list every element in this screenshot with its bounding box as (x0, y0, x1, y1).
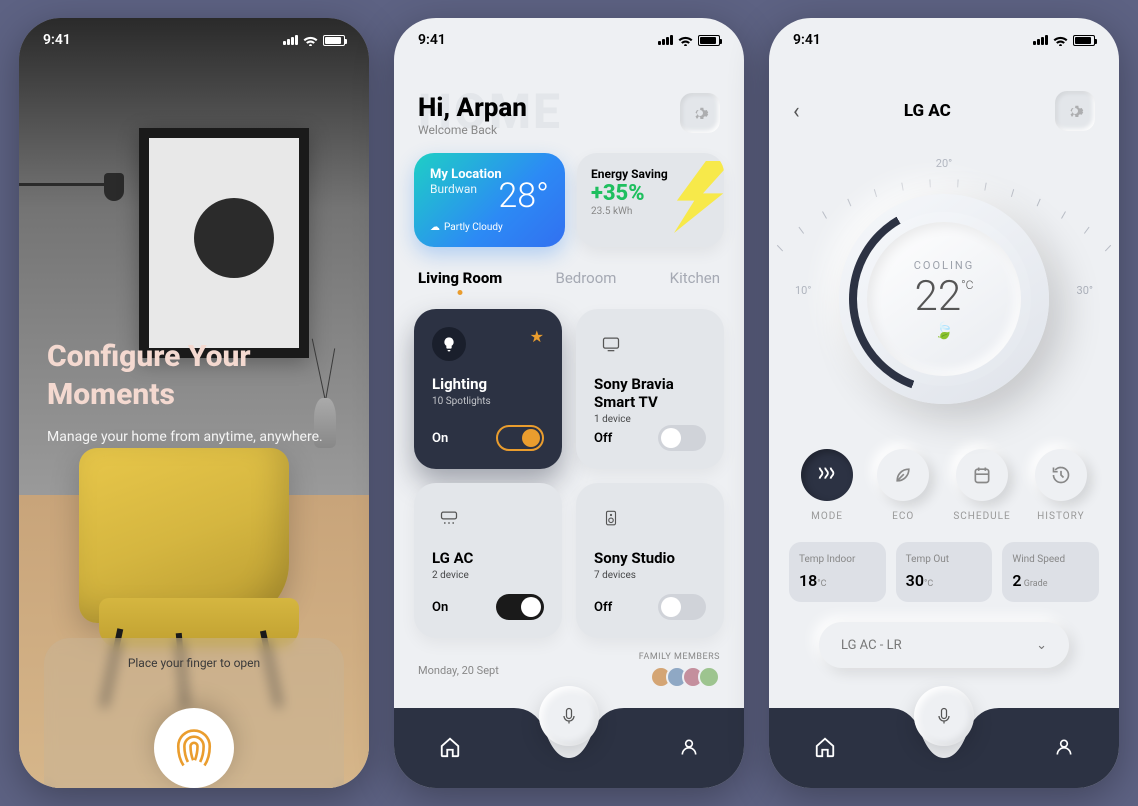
onboarding-title: Configure Your Moments (47, 338, 341, 413)
calendar-icon (972, 465, 992, 485)
status-bar: 9:41 (769, 18, 1119, 62)
avatar (698, 666, 720, 688)
home-screen: 9:41 HOME Hi, Arpan Welcome Back My Loca… (394, 18, 744, 788)
greeting: Hi, Arpan (418, 93, 527, 123)
bottom-nav (394, 708, 744, 788)
bulb-icon (441, 336, 457, 352)
fingerprint-hint: Place your finger to open (19, 656, 369, 670)
bottom-nav (769, 708, 1119, 788)
device-card-tv[interactable]: Sony Bravia Smart TV 1 device Off (576, 309, 724, 469)
status-bar: 9:41 (19, 18, 369, 62)
gear-icon (691, 104, 709, 122)
status-time: 9:41 (793, 32, 821, 48)
ac-temperature: 22°C (915, 272, 974, 321)
energy-title: Energy Saving (591, 167, 710, 181)
tab-living-room[interactable]: Living Room (418, 269, 502, 287)
device-selector[interactable]: LG AC - LR ⌄ (819, 622, 1069, 668)
ac-mode: COOLING (914, 259, 975, 272)
chevron-down-icon: ⌄ (1036, 638, 1047, 653)
leaf-icon: 🍃 (934, 321, 954, 340)
ac-icon (439, 508, 459, 528)
weather-card[interactable]: My Location Burdwan 28° ☁ Partly Cloudy (414, 153, 565, 247)
history-button[interactable]: HISTORY (1035, 449, 1087, 522)
wifi-icon (303, 35, 318, 46)
mic-icon (559, 704, 579, 728)
onboarding-screen: 9:41 Configure Your Moments Manage your … (19, 18, 369, 788)
fingerprint-button[interactable] (154, 708, 234, 788)
history-icon (1051, 465, 1071, 485)
temperature-dial[interactable]: 20° 10° 30° COOLING 22°C 🍃 (769, 159, 1119, 429)
status-time: 9:41 (418, 32, 446, 48)
device-card-lighting[interactable]: ★ Lighting 10 Spotlights On (414, 309, 562, 469)
toggle-ac[interactable] (496, 594, 544, 620)
wifi-icon (1053, 35, 1068, 46)
device-card-ac[interactable]: LG AC 2 device On (414, 483, 562, 638)
nav-profile[interactable] (1054, 736, 1074, 762)
weather-condition: ☁ Partly Cloudy (430, 222, 549, 233)
nav-profile[interactable] (679, 736, 699, 762)
tab-bedroom[interactable]: Bedroom (555, 269, 616, 287)
toggle-studio[interactable] (658, 594, 706, 620)
toggle-lighting[interactable] (496, 425, 544, 451)
toggle-tv[interactable] (658, 425, 706, 451)
settings-button[interactable] (1055, 91, 1095, 131)
nav-home[interactable] (814, 736, 836, 762)
room-tabs: Living Room Bedroom Kitchen (394, 247, 744, 291)
battery-icon (698, 35, 720, 46)
nav-home[interactable] (439, 736, 461, 762)
status-bar: 9:41 (394, 18, 744, 62)
signal-icon (283, 35, 298, 45)
speaker-icon (602, 508, 620, 528)
family-members[interactable]: FAMILY MEMBERS (639, 652, 720, 688)
back-button[interactable]: ‹ (793, 99, 800, 124)
device-card-studio[interactable]: Sony Studio 7 devices Off (576, 483, 724, 638)
gear-icon (1066, 102, 1084, 120)
battery-icon (1073, 35, 1095, 46)
tab-kitchen[interactable]: Kitchen (670, 269, 720, 287)
wifi-icon (678, 35, 693, 46)
stat-temp-out: Temp Out 30°C (896, 542, 993, 602)
stat-wind: Wind Speed 2 Grade (1002, 542, 1099, 602)
settings-button[interactable] (680, 93, 720, 133)
mode-button[interactable]: MODE (801, 449, 853, 522)
weather-city: Burdwan (430, 182, 549, 196)
schedule-button[interactable]: SCHEDULE (953, 449, 1010, 522)
status-time: 9:41 (43, 32, 71, 48)
battery-icon (323, 35, 345, 46)
signal-icon (1033, 35, 1048, 45)
date-label: Monday, 20 Sept (418, 664, 499, 677)
tv-icon (601, 334, 621, 354)
eco-button[interactable]: ECO (877, 449, 929, 522)
device-detail-screen: 9:41 ‹ LG AC 20° 10° 30° COOLING 22°C 🍃 (769, 18, 1119, 788)
stat-temp-indoor: Temp Indoor 18°C (789, 542, 886, 602)
star-icon: ★ (530, 327, 544, 346)
device-title: LG AC (904, 101, 951, 121)
heat-icon (816, 464, 838, 486)
fingerprint-icon (173, 727, 215, 769)
leaf-icon (893, 465, 913, 485)
mic-icon (934, 704, 954, 728)
nav-mic-button[interactable] (914, 686, 974, 746)
signal-icon (658, 35, 673, 45)
welcome-back: Welcome Back (418, 123, 527, 137)
nav-mic-button[interactable] (539, 686, 599, 746)
onboarding-subtitle: Manage your home from anytime, anywhere. (47, 427, 341, 448)
energy-card[interactable]: Energy Saving +35% 23.5 kWh (577, 153, 724, 247)
